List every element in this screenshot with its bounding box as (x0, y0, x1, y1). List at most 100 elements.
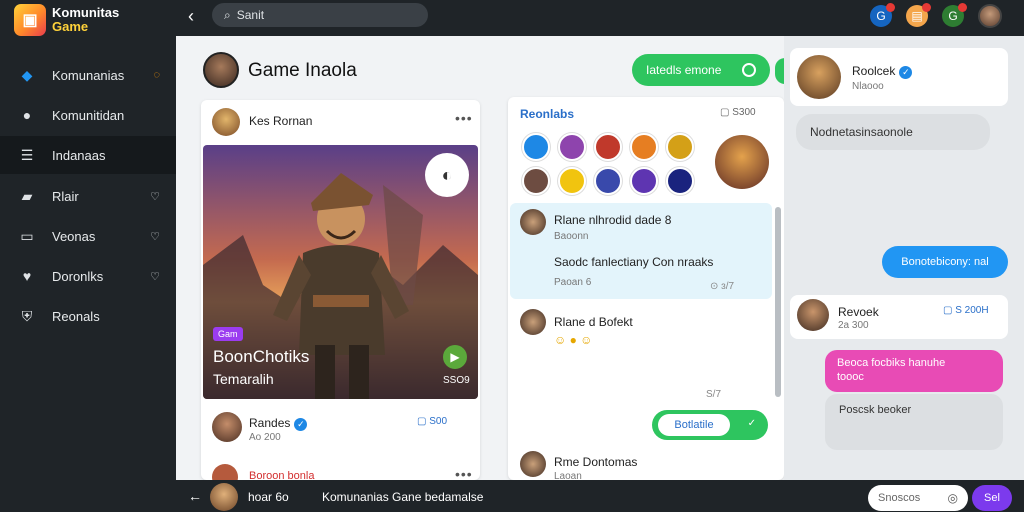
chat-meta-text: S300 (732, 107, 756, 118)
reply-bubble[interactable]: Botlatile ✓ (652, 410, 768, 440)
sidebar-item-label: Doronlks (52, 268, 104, 284)
message-author: Rlane nlhrodid dade 8 (554, 213, 672, 227)
post-footer-name[interactable]: Randes ✓ (249, 416, 308, 431)
verified-icon: ✓ (899, 66, 913, 79)
sidebar-item-komunitidan[interactable]: ● Komunitidan (0, 96, 176, 134)
member-avatar[interactable] (630, 167, 658, 195)
member-avatar[interactable] (666, 133, 694, 161)
chat-bubble-blue[interactable]: Bonotebicony: nal (882, 246, 1008, 278)
read-tick-icon: ✓ (747, 418, 756, 429)
profile-name-text: Roolcek (852, 64, 896, 78)
gift-icon[interactable]: ▤ (906, 3, 931, 27)
message-text: Saodc fanlectiany Con nraaks (554, 255, 714, 269)
header-action-button[interactable]: Iatedls emone (632, 54, 770, 86)
more-options-icon[interactable]: ••• (455, 466, 473, 480)
chat-bubble-gray-2[interactable]: Poscsk beoker (825, 394, 1003, 450)
post-badge: Gam (213, 327, 243, 341)
send-button[interactable]: Sel (972, 485, 1012, 511)
sidebar-item-rlair[interactable]: ▰ Rlair ♡ (0, 177, 176, 215)
post-author-avatar[interactable] (212, 108, 240, 136)
heart-outline-icon: ♡ (150, 230, 160, 243)
message-avatar[interactable] (520, 309, 546, 335)
emoji-row: ☺ ● ☺ (554, 333, 593, 347)
profile-stat-2-text: S 200H (955, 305, 989, 316)
member-avatar[interactable] (522, 167, 550, 195)
profile-avatar[interactable] (797, 55, 841, 99)
page-title: Game Inaola (248, 60, 357, 81)
post-footer-sub: Ao 200 (249, 432, 281, 443)
brand[interactable]: ▣ Komunitas Game (14, 4, 119, 36)
chat-message[interactable]: Rlane d Bofekt ☺ ● ☺ S/7 (510, 307, 772, 400)
message-author: Rlane d Bofekt (554, 315, 633, 329)
featured-avatar[interactable] (715, 135, 769, 189)
sidebar-item-reonals[interactable]: ⛨ Reonals (0, 297, 176, 335)
member-avatar[interactable] (558, 133, 586, 161)
badge-icon: ◌ (153, 69, 160, 81)
sidebar-item-doronlks[interactable]: ♥ Doronlks ♡ (0, 257, 176, 295)
post-subtitle: Temaralih (213, 371, 274, 387)
google-icon[interactable]: G (870, 3, 895, 27)
sidebar-item-label: Indanaas (52, 147, 106, 163)
search-value: Sanit (236, 8, 265, 22)
sidebar-item-veonas[interactable]: ▭ Veonas ♡ (0, 217, 176, 255)
list-icon: ☰ (20, 146, 34, 163)
refresh-icon (742, 63, 756, 77)
post-footer-name-text: Randes (249, 416, 291, 430)
post-footer-avatar[interactable] (212, 412, 242, 442)
post-title: BoonChotiks (213, 347, 310, 366)
member-avatar[interactable] (594, 167, 622, 195)
message-sub: Baoonn (554, 231, 589, 242)
message-avatar[interactable] (520, 451, 546, 477)
play-icon[interactable]: ▶ (443, 345, 467, 369)
message-avatar[interactable] (520, 209, 546, 235)
sidebar-item-label: Komunanias (52, 67, 125, 83)
profile-sub: Nlaooo (852, 81, 884, 92)
hero-action-icon[interactable]: ◐ (425, 153, 469, 197)
member-avatar[interactable] (522, 133, 550, 161)
post-hero-image[interactable]: ◐ Gam BoonChotiks Temaralih ▶ SSO9 (203, 145, 478, 399)
post-footer-stat: ▢ S00 (417, 416, 448, 427)
post-count: SSO9 (443, 375, 470, 386)
more-options-icon[interactable]: ••• (455, 110, 473, 126)
top-icons: G ▤ G (870, 3, 1002, 28)
notification-icon[interactable]: G (942, 3, 967, 27)
message-extra: Paoan 6 (554, 277, 592, 288)
message-time: ⊙ ɜ/7 (710, 281, 735, 292)
back-arrow-icon[interactable]: ← (188, 488, 202, 504)
search-icon: ⌕ (224, 7, 231, 22)
member-avatar[interactable] (666, 167, 694, 195)
post-footer-stat-text: S00 (429, 416, 448, 427)
sidebar-item-label: Veonas (52, 228, 96, 244)
reply-label: Botlatile (658, 414, 730, 436)
post2-avatar[interactable] (212, 464, 238, 480)
chat-message[interactable]: Rlane nlhrodid dade 8 Baoonn Saodc fanle… (510, 203, 772, 299)
profile-avatar-2[interactable] (797, 299, 829, 331)
bottom-avatar[interactable] (210, 483, 238, 511)
post-author-name[interactable]: Kes Rornan (249, 114, 312, 128)
chat-bubble-gray[interactable]: Nodnetasinsaonole (796, 114, 990, 150)
page-avatar[interactable] (203, 52, 239, 88)
search-input[interactable]: ⌕ Sanit (212, 3, 428, 27)
sidebar-item-indanaas[interactable]: ☰ Indanaas (0, 136, 176, 174)
header-action-label: Iatedls emone (646, 63, 722, 77)
message-input-placeholder: Snoscos (878, 492, 921, 504)
chat-title: Reonlabs (520, 107, 575, 121)
sidebar-item-komunanias[interactable]: ◆ Komunanias ◌ (0, 56, 176, 94)
member-avatar[interactable] (630, 133, 658, 161)
message-time-text: ɜ/7 (721, 281, 735, 292)
message-sub: Laoan (554, 471, 582, 480)
emoji-icon[interactable]: ◎ (948, 491, 958, 505)
chat-bubble-pink[interactable]: Beoca focbiks hanuhe toooc (825, 350, 1003, 392)
message-time: S/7 (706, 389, 722, 400)
message-input[interactable]: Snoscos ◎ (868, 485, 968, 511)
member-avatar[interactable] (558, 167, 586, 195)
verified-icon: ✓ (294, 418, 308, 431)
profile-name: Roolcek ✓ (852, 64, 913, 79)
member-avatar[interactable] (594, 133, 622, 161)
back-arrow-icon[interactable]: ‹ (188, 6, 194, 27)
brand-text: Komunitas Game (52, 6, 119, 34)
post2-title[interactable]: Boroon bonla (249, 470, 314, 480)
chat-scrollbar[interactable] (775, 207, 781, 397)
user-avatar[interactable] (978, 4, 1002, 28)
sidebar-item-label: Rlair (52, 188, 79, 204)
